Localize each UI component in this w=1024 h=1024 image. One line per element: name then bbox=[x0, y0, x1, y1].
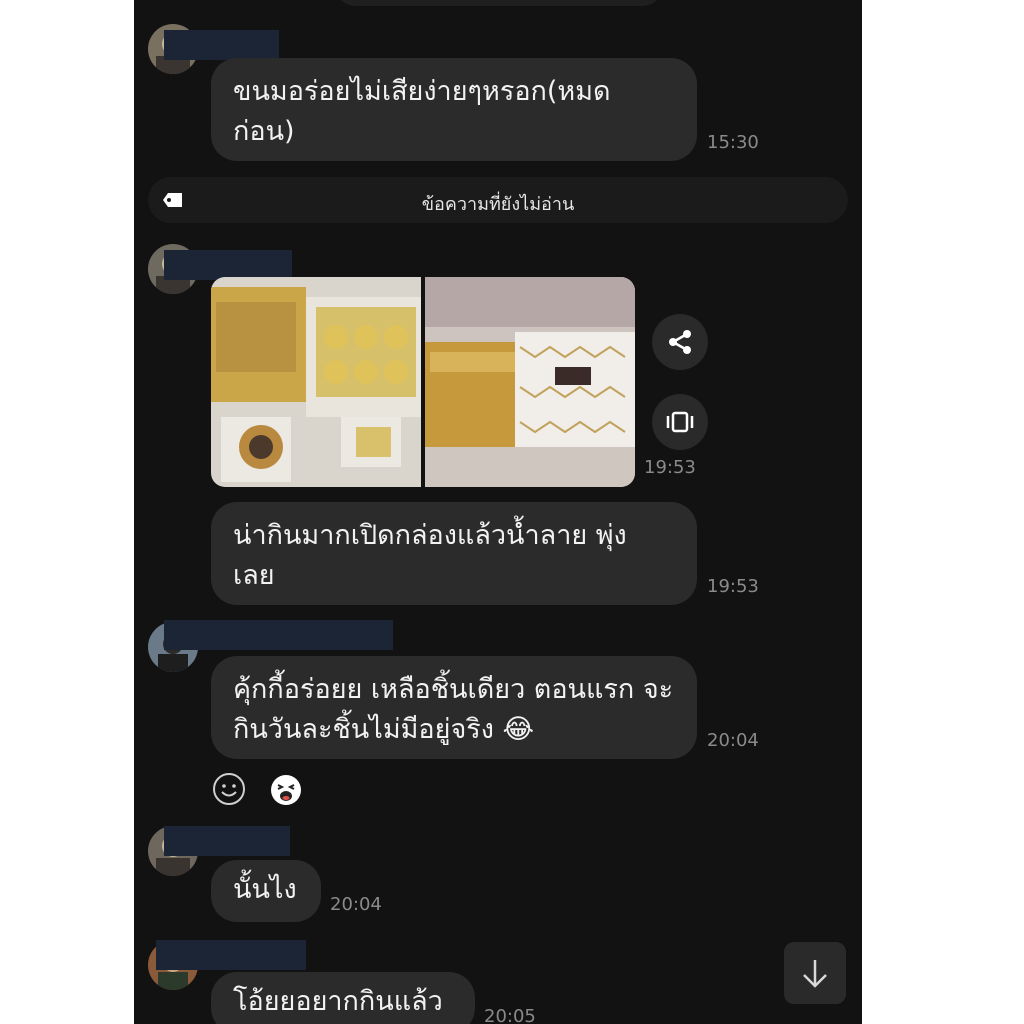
scroll-to-bottom-button[interactable] bbox=[784, 942, 846, 1004]
album-button[interactable] bbox=[652, 394, 708, 450]
redacted-sender-name bbox=[164, 620, 393, 650]
message-time: 20:05 bbox=[484, 1006, 536, 1024]
redacted-sender-name bbox=[164, 30, 279, 60]
message-bubble[interactable]: ขนมอร่อยไม่เสียง่ายๆหรอก(หมด ก่อน) bbox=[211, 58, 697, 161]
message-text: โอ้ยยอยากกินแล้ว bbox=[233, 986, 443, 1017]
message-time: 15:30 bbox=[707, 132, 759, 153]
message-time: 20:04 bbox=[330, 894, 382, 915]
laughing-face-icon bbox=[270, 775, 302, 810]
redacted-sender-name bbox=[164, 826, 290, 856]
message-text: คุ้กกี้อร่อยย เหลือชิ้นเดียว ตอนแรก จะกิ… bbox=[233, 674, 674, 745]
message-text: ขนมอร่อยไม่เสียง่ายๆหรอก(หมด ก่อน) bbox=[233, 76, 611, 147]
album-icon bbox=[652, 411, 708, 454]
message-text: นั้นไง bbox=[233, 874, 297, 905]
photo-gift-boxes[interactable] bbox=[425, 277, 635, 487]
share-button[interactable] bbox=[652, 314, 708, 370]
message-time: 19:53 bbox=[707, 576, 759, 597]
unread-divider: ข้อความที่ยังไม่อ่าน bbox=[148, 177, 848, 223]
smiley-outline-icon bbox=[212, 773, 246, 810]
reaction-sticker[interactable] bbox=[270, 774, 302, 810]
message-bubble[interactable]: คุ้กกี้อร่อยย เหลือชิ้นเดียว ตอนแรก จะกิ… bbox=[211, 656, 697, 759]
add-reaction-button[interactable] bbox=[212, 772, 246, 810]
photo-cookies[interactable] bbox=[211, 277, 421, 487]
previous-message-bubble[interactable] bbox=[334, 0, 664, 6]
message-time: 20:04 bbox=[707, 730, 759, 751]
redacted-sender-name bbox=[156, 940, 306, 970]
unread-divider-label: ข้อความที่ยังไม่อ่าน bbox=[421, 194, 575, 215]
redacted-sender-name bbox=[164, 250, 292, 280]
chat-panel: ขนมอร่อยไม่เสียง่ายๆหรอก(หมด ก่อน) 15:30… bbox=[134, 0, 862, 1024]
message-bubble[interactable]: นั้นไง bbox=[211, 860, 321, 922]
arrow-down-icon bbox=[784, 960, 846, 1008]
message-time: 19:53 bbox=[644, 457, 696, 478]
message-text: น่ากินมากเปิดกล่องแล้วน้ำลาย พุ่ง เลย bbox=[233, 520, 627, 591]
share-icon bbox=[652, 330, 708, 374]
message-bubble[interactable]: โอ้ยยอยากกินแล้ว bbox=[211, 972, 475, 1024]
message-bubble[interactable]: น่ากินมากเปิดกล่องแล้วน้ำลาย พุ่ง เลย bbox=[211, 502, 697, 605]
